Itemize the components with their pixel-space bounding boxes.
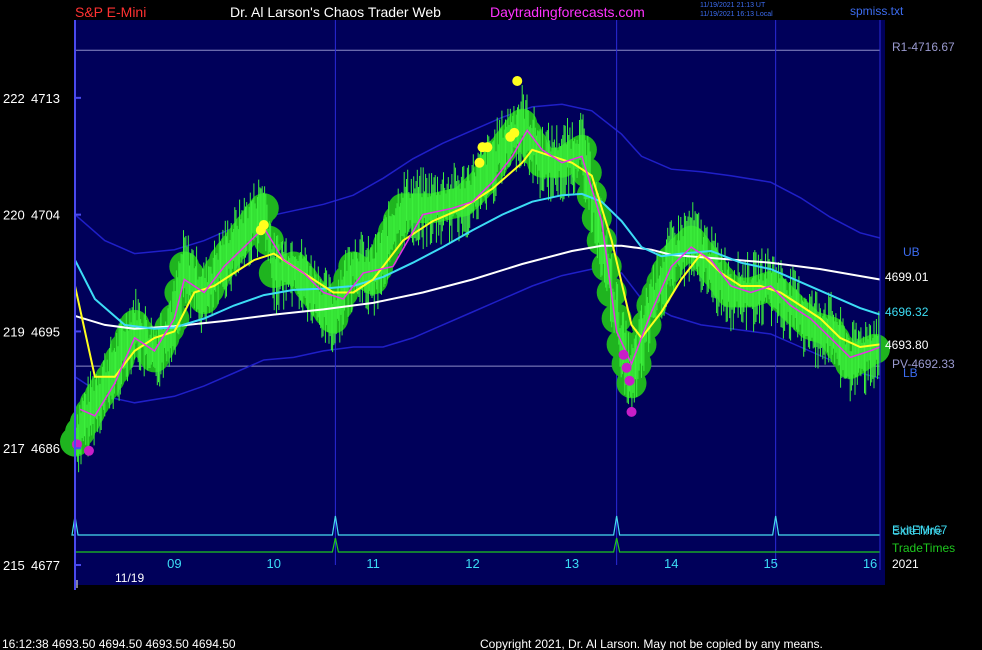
low-marker (83, 445, 94, 456)
y-tick-price-label: 4686 (31, 441, 60, 456)
lb-label: LB (903, 366, 918, 380)
site-title: Dr. Al Larson's Chaos Trader Web (230, 4, 441, 20)
pivot-ma-last-value: 4699.01 (885, 270, 929, 284)
low-marker (626, 406, 637, 417)
y-tick-level-label: 222 (3, 91, 25, 106)
r1-label: R1-4716.67 (892, 40, 955, 54)
slow-ma-last-value: 4696.32 (885, 305, 929, 319)
timestamp-local: 11/19/2021 16:13 Local (700, 11, 773, 18)
y-tick-level-label: 215 (3, 558, 25, 573)
y-tick-level-label: 217 (3, 441, 25, 456)
x-tick-label: 09 (167, 556, 181, 571)
y-tick-level-label: 220 (3, 208, 25, 223)
chart: 222 4713 220 4704 219 4695 217 4686 215 4677 09 10 1… (0, 0, 982, 650)
x-tick-label: 15 (763, 556, 777, 571)
low-marker (621, 362, 632, 373)
x-tick-label: 11 (366, 556, 380, 571)
high-marker (512, 75, 523, 86)
y-tick-price-label: 4677 (31, 558, 60, 573)
site-url[interactable]: Daytradingforecasts.com (490, 4, 645, 20)
y-tick-price-label: 4695 (31, 324, 60, 339)
last-quote: 16:12:38 4693.50 4694.50 4693.50 4694.50 (2, 637, 236, 650)
low-marker (624, 375, 635, 386)
year-label: 2021 (892, 557, 919, 571)
y-tick-price-label: 4704 (31, 208, 60, 223)
x-tick-label: 13 (565, 556, 579, 571)
copyright: Copyright 2021, Dr. Al Larson. May not b… (480, 637, 823, 650)
timestamp-ut: 11/19/2021 21:13 UT (700, 2, 766, 9)
price-last-value: 4693.80 (885, 338, 929, 352)
y-tick-level-label: 219 (3, 324, 25, 339)
x-tick-label: 16 (863, 556, 877, 571)
sidetime-label: SideTime (892, 524, 943, 538)
symbol-label: S&P E-Mini (75, 4, 146, 20)
high-marker (482, 142, 493, 153)
high-marker (474, 157, 485, 168)
pv-label: PV-4692.33 (892, 357, 955, 371)
tradetimes-label: TradeTimes (892, 541, 955, 555)
date-label: 11/19 (115, 571, 144, 585)
high-marker (258, 220, 269, 231)
x-tick-label: 14 (664, 556, 678, 571)
file-name: spmiss.txt (850, 4, 904, 18)
x-tick-label: 12 (465, 556, 479, 571)
low-marker (618, 349, 629, 360)
ub-label: UB (903, 245, 920, 259)
high-marker (509, 127, 520, 138)
y-tick-price-label: 4713 (31, 91, 60, 106)
x-tick-label: 10 (267, 556, 281, 571)
